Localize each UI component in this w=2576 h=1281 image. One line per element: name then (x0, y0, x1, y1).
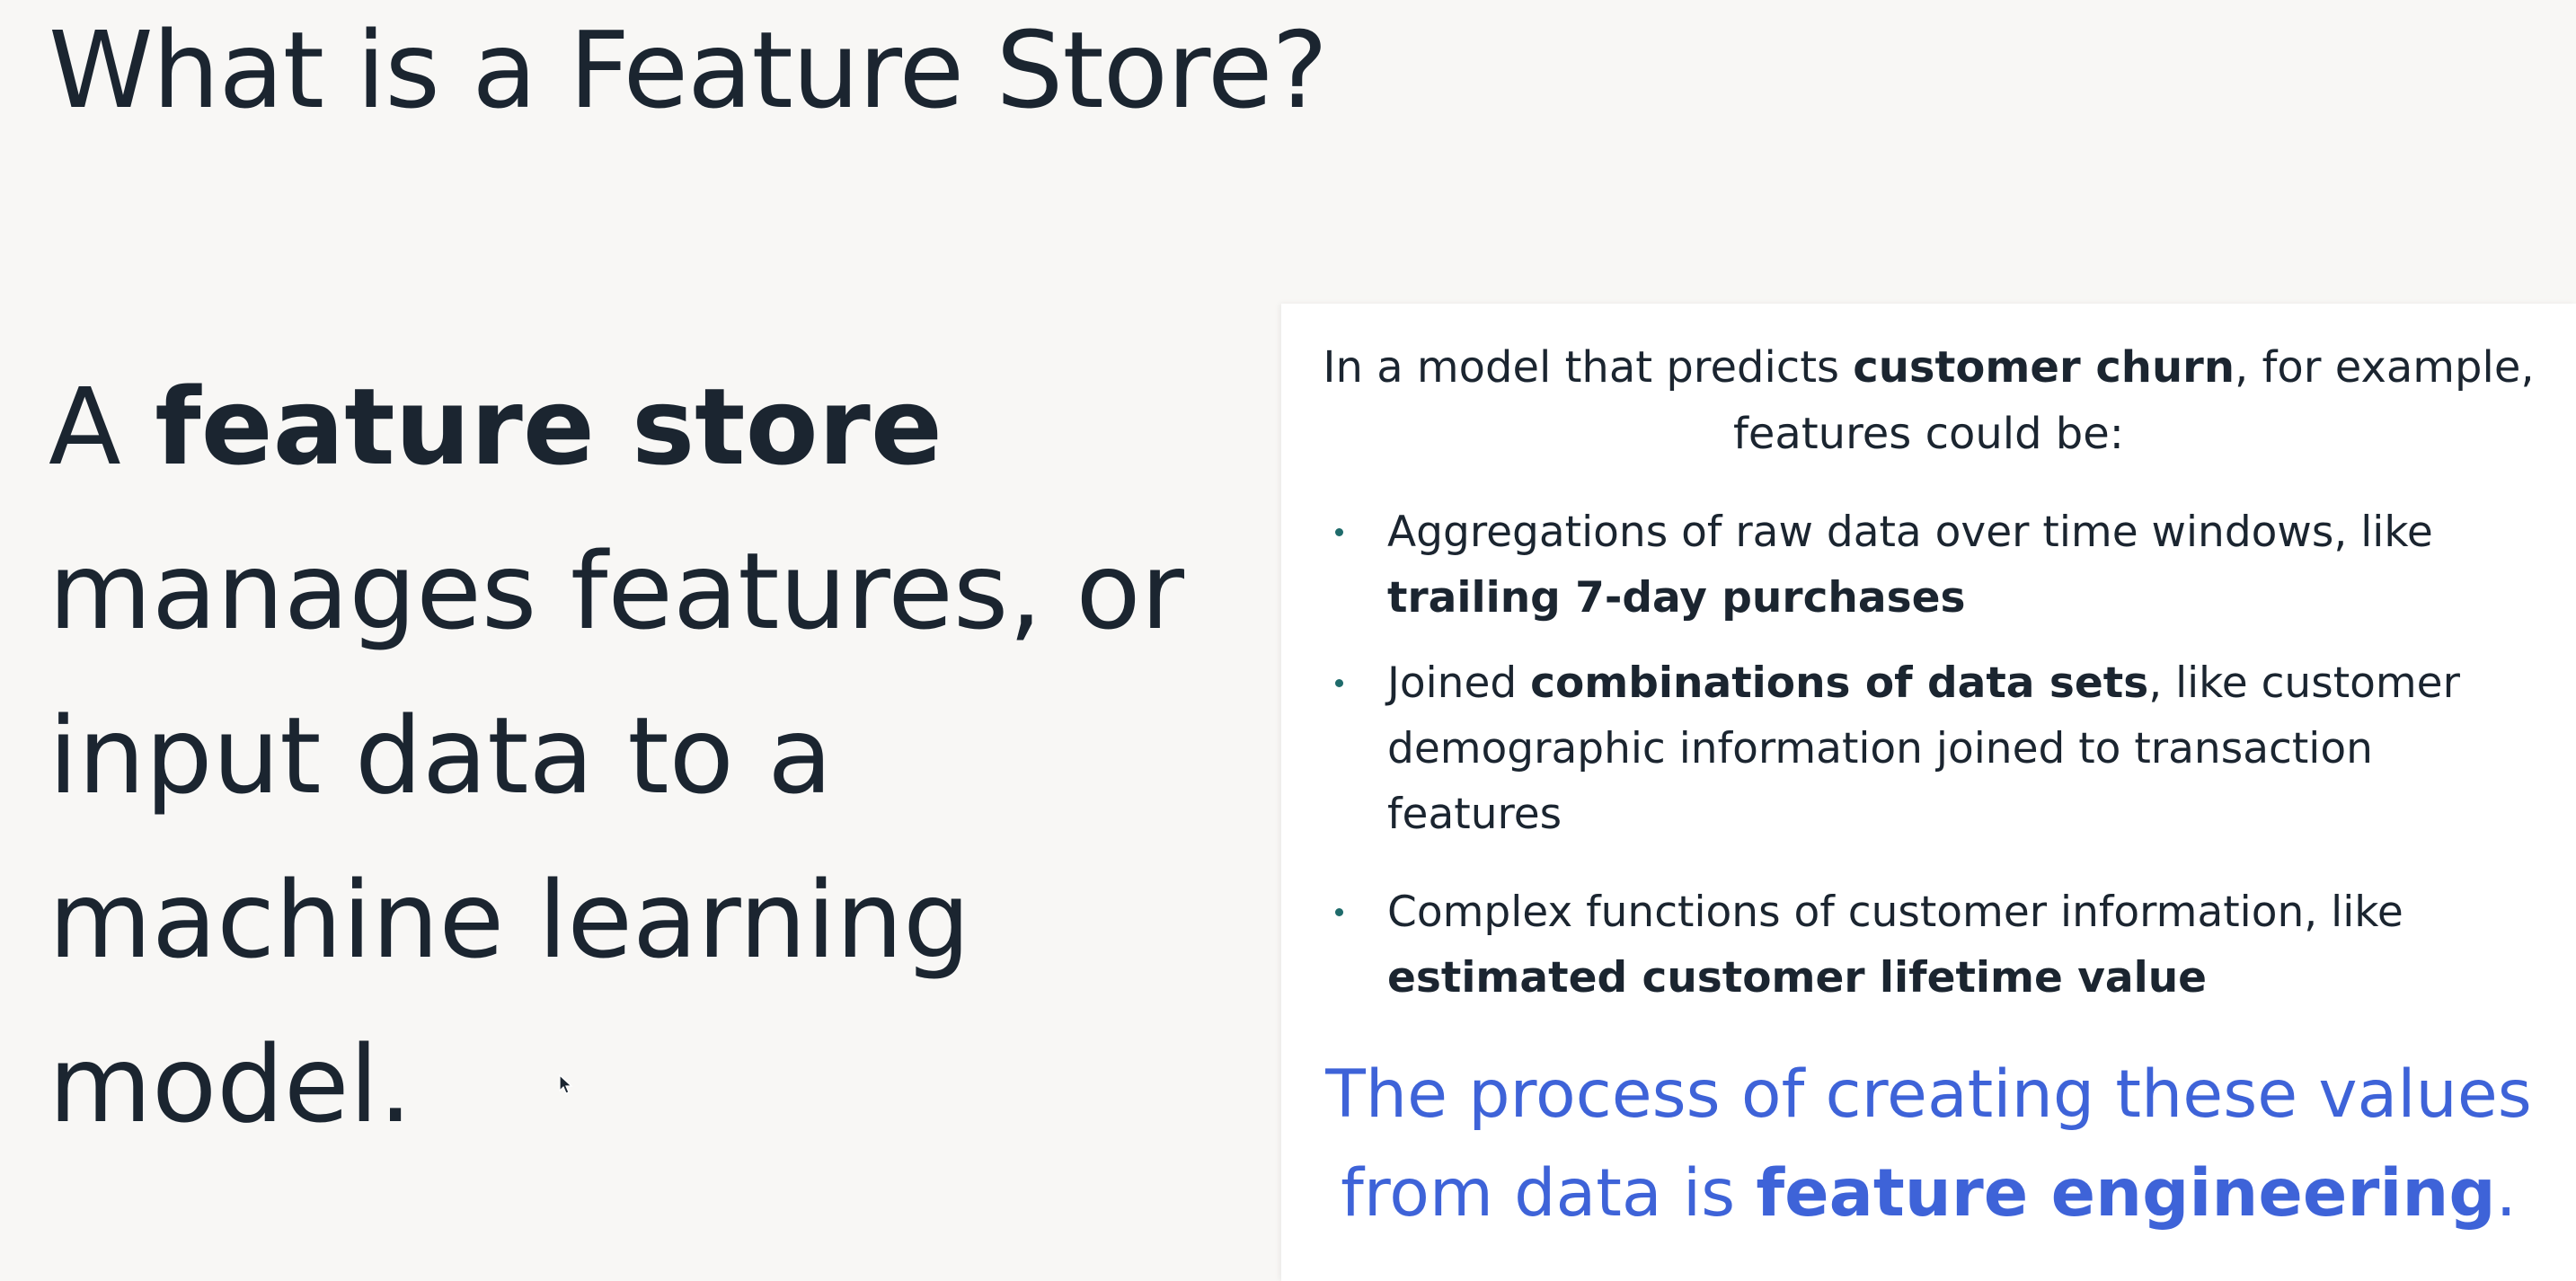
definition-rest: manages features, or input data to a mac… (49, 529, 1185, 1146)
feature-examples-list: Aggregations of raw data over time windo… (1281, 499, 2576, 1011)
bullet-text-bold: trailing 7-day purchases (1387, 573, 1966, 623)
card-intro: In a model that predicts customer churn,… (1281, 334, 2576, 467)
bullet-text-before: Complex functions of customer informatio… (1387, 888, 2403, 937)
conclusion-bold: feature engineering (1756, 1155, 2496, 1232)
card-intro-bold: customer churn (1853, 342, 2235, 393)
bullet-text-before: Aggregations of raw data over time windo… (1387, 508, 2433, 557)
list-item: Aggregations of raw data over time windo… (1281, 499, 2576, 631)
feature-store-definition: A feature store manages features, or inp… (49, 345, 1235, 1167)
slide-title: What is a Feature Store? (49, 8, 1328, 132)
feature-engineering-conclusion: The process of creating these values fro… (1281, 1046, 2576, 1243)
bullet-text-bold: estimated customer lifetime value (1387, 953, 2208, 1003)
example-card: In a model that predicts customer churn,… (1281, 304, 2576, 1281)
definition-lead: A (49, 365, 155, 489)
bullet-dot-icon (1335, 528, 1343, 536)
bullet-text-before: Joined (1387, 658, 1531, 708)
bullet-text-bold: combinations of data sets (1530, 658, 2149, 708)
card-intro-before: In a model that predicts (1323, 342, 1854, 393)
bullet-dot-icon (1335, 679, 1343, 687)
bullet-dot-icon (1335, 908, 1343, 916)
list-item: Joined combinations of data sets, like c… (1281, 650, 2576, 847)
conclusion-after: . (2495, 1155, 2517, 1232)
list-item: Complex functions of customer informatio… (1281, 879, 2576, 1011)
mouse-pointer-icon (559, 1074, 573, 1094)
definition-term: feature store (155, 365, 943, 489)
